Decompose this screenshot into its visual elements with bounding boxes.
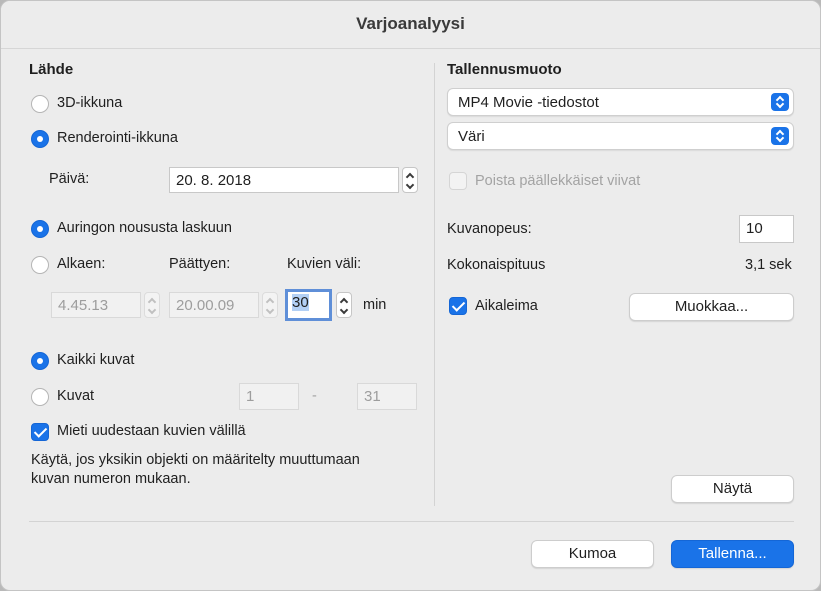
timestamp-label[interactable]: Aikaleima <box>475 298 538 314</box>
save-button[interactable]: Tallenna... <box>671 540 794 568</box>
help-text-line2: kuvan numeron mukaan. <box>31 471 191 487</box>
interval-field[interactable]: 30 <box>285 289 332 321</box>
radio-all-frames[interactable] <box>31 352 49 370</box>
range-to-field[interactable]: 31 <box>357 383 417 410</box>
end-time-label: Päättyen: <box>169 256 231 272</box>
help-text-line1: Käytä, jos yksikin objekti on määritelty… <box>31 452 360 468</box>
stepper-down-icon <box>147 305 157 315</box>
cancel-button[interactable]: Kumoa <box>531 540 654 568</box>
total-length-label: Kokonaispituus <box>447 257 546 273</box>
frame-rate-field[interactable]: 10 <box>739 215 794 243</box>
radio-from[interactable] <box>31 256 49 274</box>
radio-frame-range-label[interactable]: Kuvat <box>57 388 94 404</box>
interval-stepper[interactable] <box>336 292 352 318</box>
radio-frame-range[interactable] <box>31 388 49 406</box>
stepper-down-icon <box>339 305 349 315</box>
edit-timestamp-button[interactable]: Muokkaa... <box>629 293 794 321</box>
remove-overlap-checkbox[interactable] <box>449 172 467 190</box>
preview-button[interactable]: Näytä <box>671 475 794 503</box>
timestamp-checkbox[interactable] <box>449 297 467 315</box>
date-stepper[interactable] <box>402 167 418 193</box>
remove-overlap-label: Poista päällekkäiset viivat <box>475 173 641 189</box>
popup-arrows-icon <box>771 127 789 145</box>
format-popup-value: MP4 Movie -tiedostot <box>458 94 599 111</box>
radio-render-window-label[interactable]: Renderointi-ikkuna <box>57 130 178 146</box>
date-field[interactable]: 20. 8. 2018 <box>169 167 399 193</box>
start-time-field[interactable]: 4.45.13 <box>51 292 141 318</box>
recalc-label[interactable]: Mieti uudestaan kuvien välillä <box>57 423 246 439</box>
footer-divider <box>29 521 794 522</box>
radio-render-window[interactable] <box>31 130 49 148</box>
shadow-analysis-dialog: Varjoanalyysi Lähde 3D-ikkuna Renderoint… <box>0 0 821 591</box>
interval-value: 30 <box>292 294 309 311</box>
end-time-stepper[interactable] <box>262 292 278 318</box>
date-label: Päivä: <box>49 171 90 187</box>
format-popup[interactable]: MP4 Movie -tiedostot <box>447 88 794 116</box>
popup-arrows-icon <box>771 93 789 111</box>
interval-unit: min <box>363 297 387 313</box>
output-heading: Tallennusmuoto <box>447 61 562 78</box>
range-separator: - <box>312 388 317 404</box>
interval-label: Kuvien väli: <box>287 256 362 272</box>
color-popup-value: Väri <box>458 128 485 145</box>
start-time-stepper[interactable] <box>144 292 160 318</box>
radio-3d-window[interactable] <box>31 95 49 113</box>
title-bar: Varjoanalyysi <box>1 1 820 49</box>
radio-sunrise-sunset-label[interactable]: Auringon noususta laskuun <box>57 220 232 236</box>
range-from-field[interactable]: 1 <box>239 383 299 410</box>
frame-rate-label: Kuvanopeus: <box>447 221 532 237</box>
radio-3d-window-label[interactable]: 3D-ikkuna <box>57 95 122 111</box>
recalc-checkbox[interactable] <box>31 423 49 441</box>
dialog-title: Varjoanalyysi <box>356 14 465 33</box>
stepper-down-icon <box>265 305 275 315</box>
radio-all-frames-label[interactable]: Kaikki kuvat <box>57 352 134 368</box>
column-divider <box>434 63 435 506</box>
radio-from-label[interactable]: Alkaen: <box>57 256 105 272</box>
stepper-down-icon <box>405 180 415 190</box>
color-popup[interactable]: Väri <box>447 122 794 150</box>
radio-sunrise-sunset[interactable] <box>31 220 49 238</box>
total-length-value: 3,1 sek <box>745 257 792 273</box>
source-heading: Lähde <box>29 61 74 78</box>
end-time-field[interactable]: 20.00.09 <box>169 292 259 318</box>
